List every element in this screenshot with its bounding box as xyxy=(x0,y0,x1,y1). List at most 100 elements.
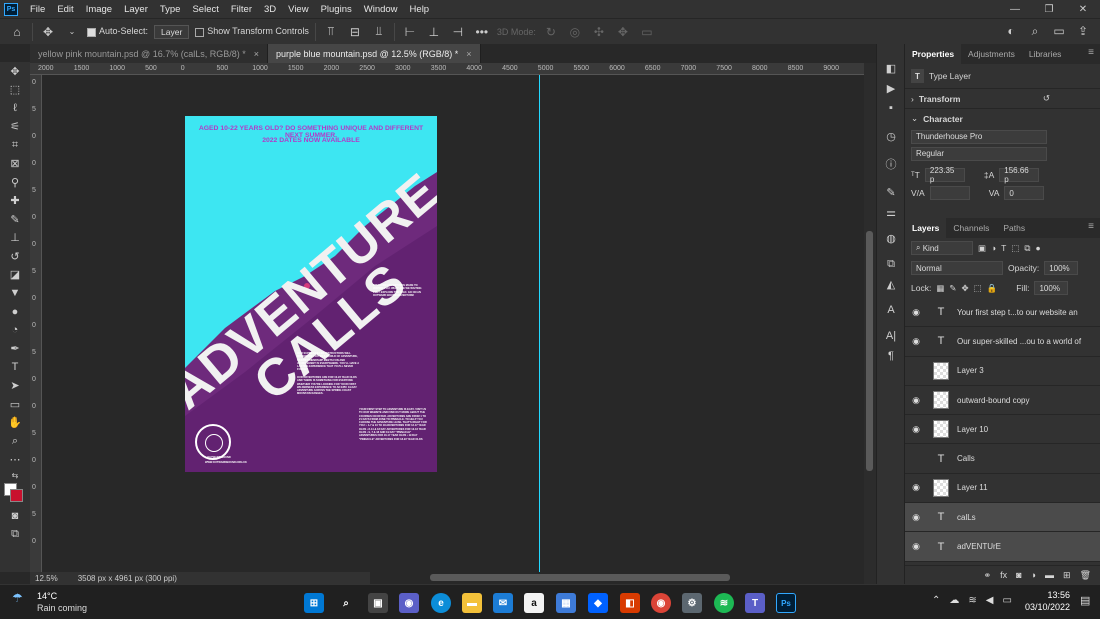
leading-field[interactable]: 156.66 p xyxy=(999,166,1040,184)
color-swatches[interactable] xyxy=(0,481,30,507)
document-canvas[interactable]: AGED 10-22 YEARS OLD? DO SOMETHING UNIQU… xyxy=(42,75,864,572)
home-icon[interactable]: ⌂ xyxy=(8,25,26,39)
font-size-field[interactable]: 223.35 p xyxy=(924,166,965,184)
menu-type[interactable]: Type xyxy=(154,4,187,15)
eye-hidden-icon[interactable]: ◉ xyxy=(905,453,927,464)
font-family-dropdown[interactable]: Thunderhouse Pro xyxy=(911,129,1047,144)
edge-icon[interactable]: e xyxy=(431,593,451,613)
layer-row[interactable]: ◉ T Your first step t...to our website an xyxy=(905,298,1100,328)
tab-paths[interactable]: Paths xyxy=(996,218,1032,238)
new-group-icon[interactable]: ▬ xyxy=(1045,570,1054,580)
document-tab-active[interactable]: purple blue mountain.psd @ 12.5% (RGB/8)… xyxy=(268,44,481,63)
shapes-icon[interactable]: ◭ xyxy=(877,274,905,294)
kerning-field[interactable] xyxy=(929,186,970,200)
layer-row[interactable]: ◉ Layer 11 xyxy=(905,474,1100,504)
store-icon[interactable]: ▦ xyxy=(556,593,576,613)
maximize-button[interactable]: ❐ xyxy=(1032,0,1066,18)
trash-icon[interactable]: 🗑 xyxy=(1080,570,1091,581)
tab-adjustments[interactable]: Adjustments xyxy=(961,44,1022,64)
close-button[interactable]: ✕ xyxy=(1066,0,1100,18)
eyedropper-icon[interactable]: ⚲ xyxy=(0,173,30,192)
scrollbar-thumb[interactable] xyxy=(866,231,873,471)
align-left-icon[interactable]: ⊢ xyxy=(401,25,419,39)
align-center-icon[interactable]: ⊥ xyxy=(425,25,443,39)
brushes-icon[interactable]: ✎ xyxy=(877,182,905,202)
panel-menu-icon[interactable]: ≡ xyxy=(1088,47,1094,58)
search-icon[interactable]: ⌕ xyxy=(336,593,356,613)
history-brush-icon[interactable]: ↺ xyxy=(0,247,30,266)
auto-select-checkbox[interactable]: Auto-Select: xyxy=(87,26,148,37)
brush-tool-icon[interactable]: ✎ xyxy=(0,210,30,229)
zoom-tool-icon[interactable]: ⌕ xyxy=(0,432,30,451)
settings-icon[interactable]: ⚙ xyxy=(682,593,702,613)
object-selection-icon[interactable]: ⚟ xyxy=(0,118,30,137)
hand-tool-icon[interactable]: ✋ xyxy=(0,414,30,433)
quick-mask-icon[interactable]: ◙ xyxy=(0,507,30,526)
layer-row[interactable]: ◉ TcalLs xyxy=(905,503,1100,533)
eye-icon[interactable]: ◉ xyxy=(905,541,927,552)
task-view-icon[interactable]: ▣ xyxy=(368,593,388,613)
tab-channels[interactable]: Channels xyxy=(946,218,996,238)
menu-layer[interactable]: Layer xyxy=(118,4,154,15)
layer-row[interactable]: ◉ TadVENTUrE xyxy=(905,532,1100,562)
blur-tool-icon[interactable]: ● xyxy=(0,303,30,322)
menu-plugins[interactable]: Plugins xyxy=(315,4,358,15)
blend-mode-dropdown[interactable]: Normal xyxy=(911,261,1003,275)
path-selection-icon[interactable]: ➤ xyxy=(0,377,30,396)
lock-pixels-icon[interactable]: ✎ xyxy=(949,283,956,294)
menu-image[interactable]: Image xyxy=(80,4,118,15)
menu-window[interactable]: Window xyxy=(358,4,404,15)
windows-start-icon[interactable]: ⊞ xyxy=(304,593,324,613)
layer-name[interactable]: calLs xyxy=(957,513,976,522)
eraser-icon[interactable]: ◪ xyxy=(0,266,30,285)
eye-icon[interactable]: ◉ xyxy=(905,336,927,347)
amazon-icon[interactable]: a xyxy=(524,593,544,613)
info-icon[interactable]: ⓘ xyxy=(877,154,905,174)
marquee-tool-icon[interactable]: ⬚ xyxy=(0,81,30,100)
zoom-level[interactable]: 12.5% xyxy=(35,574,58,583)
opacity-field[interactable]: 100% xyxy=(1044,261,1079,275)
eye-icon[interactable]: ◉ xyxy=(905,482,927,493)
lock-position-icon[interactable]: ✥ xyxy=(961,283,968,294)
tab-libraries[interactable]: Libraries xyxy=(1022,44,1069,64)
layer-row[interactable]: ◉ Layer 3 xyxy=(905,357,1100,386)
vertical-scrollbar[interactable] xyxy=(864,63,876,584)
eye-icon[interactable]: ◉ xyxy=(905,424,927,435)
new-layer-icon[interactable]: ⊞ xyxy=(1063,570,1071,581)
swap-colors-icon[interactable]: ⇆ xyxy=(0,469,30,481)
color-panel-icon[interactable]: ◧ xyxy=(877,58,905,78)
filter-toggle-icon[interactable]: ● xyxy=(1035,243,1040,253)
eye-icon[interactable]: ◉ xyxy=(905,307,927,318)
guide-line[interactable] xyxy=(539,75,540,572)
layer-name[interactable]: outward-bound copy xyxy=(957,396,1030,405)
plugins-icon[interactable]: ▪ xyxy=(877,98,905,118)
transform-section[interactable]: › Transform ↺ xyxy=(905,88,1100,108)
layer-name[interactable]: Layer 3 xyxy=(957,366,984,375)
weather-temp[interactable]: 14°C xyxy=(37,591,57,601)
filter-pixel-icon[interactable]: ▣ xyxy=(978,243,986,254)
lock-all-icon[interactable]: 🔒 xyxy=(987,283,998,294)
layer-row[interactable]: ◉ outward-bound copy xyxy=(905,386,1100,416)
menu-edit[interactable]: Edit xyxy=(51,4,79,15)
layer-row[interactable]: ◉ Layer 10 xyxy=(905,415,1100,445)
eye-icon[interactable]: ◉ xyxy=(905,395,927,406)
office-icon[interactable]: ◧ xyxy=(620,593,640,613)
file-explorer-icon[interactable]: ▬ xyxy=(462,593,482,613)
eye-icon[interactable]: ◉ xyxy=(905,512,927,523)
reset-icon[interactable]: ↺ xyxy=(1043,93,1100,104)
tab-properties[interactable]: Properties xyxy=(905,44,962,64)
show-transform-checkbox[interactable]: Show Transform Controls xyxy=(195,26,309,37)
lock-artboard-icon[interactable]: ⬚ xyxy=(974,283,982,294)
clone-source-icon[interactable]: ⧉ xyxy=(877,254,905,274)
chrome-icon[interactable]: ◉ xyxy=(651,593,671,613)
filter-kind-dropdown[interactable]: ⌕ Kind xyxy=(911,241,973,255)
notification-icon[interactable]: ▤ xyxy=(1080,594,1090,607)
layer-name[interactable]: Layer 10 xyxy=(957,425,988,434)
menu-select[interactable]: Select xyxy=(186,4,224,15)
chat-icon[interactable]: ◉ xyxy=(399,593,419,613)
align-top-icon[interactable]: ⫪ xyxy=(322,24,340,39)
paint-bucket-icon[interactable]: ▼ xyxy=(0,284,30,303)
filter-shape-icon[interactable]: ⬚ xyxy=(1011,243,1019,254)
minimize-button[interactable]: — xyxy=(998,0,1032,18)
styles-icon[interactable]: ◍ xyxy=(877,228,905,248)
